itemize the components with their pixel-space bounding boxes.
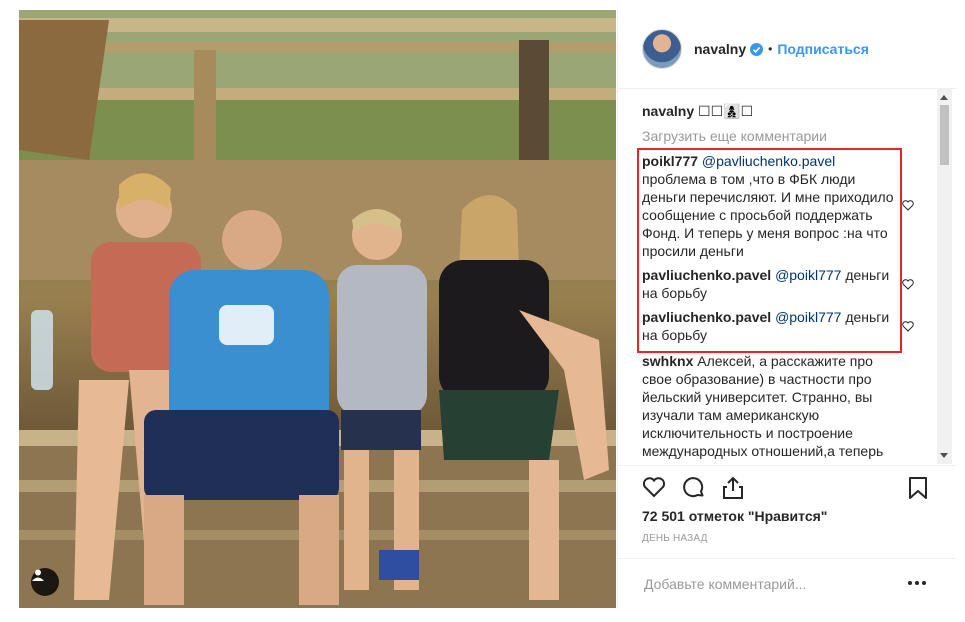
caption: navalny ☐☐👩‍👦‍👦☐ <box>642 103 753 120</box>
separator-dot: • <box>768 42 773 56</box>
comment-input[interactable] <box>642 573 876 595</box>
photo-scene <box>19 10 616 608</box>
likes-count[interactable]: 72 501 отметок "Нравится" <box>642 508 827 524</box>
bookmark-icon[interactable] <box>908 476 928 500</box>
post-photo[interactable] <box>19 10 616 608</box>
user-tag-icon <box>32 569 44 581</box>
comment-like-heart-icon[interactable] <box>902 279 914 290</box>
comment-username[interactable]: swhknx <box>642 353 693 369</box>
comment-icon[interactable] <box>682 476 706 500</box>
author-username[interactable]: navalny <box>694 41 746 57</box>
caption-text: ☐☐👩‍👦‍👦☐ <box>698 103 754 119</box>
scrollbar-thumb[interactable] <box>940 105 949 165</box>
add-comment-bar <box>618 558 956 609</box>
post-timestamp[interactable]: ДЕНЬ НАЗАД <box>642 533 708 544</box>
action-bar <box>618 465 956 506</box>
follow-button[interactable]: Подписаться <box>777 41 869 57</box>
comments-list: navalny ☐☐👩‍👦‍👦☐ Загрузить еще комментар… <box>618 89 956 464</box>
post-header: navalny • Подписаться <box>618 10 956 89</box>
user-tag-button[interactable] <box>31 568 59 596</box>
more-options-icon[interactable] <box>908 581 926 585</box>
post-sidebar: navalny • Подписаться navalny ☐☐👩‍👦‍👦☐ З… <box>617 10 956 608</box>
scroll-up-icon[interactable] <box>940 95 948 100</box>
comment-like-heart-icon[interactable] <box>902 321 914 332</box>
load-more-comments-button[interactable]: Загрузить еще комментарии <box>642 128 827 144</box>
scroll-down-icon[interactable] <box>940 453 948 458</box>
avatar[interactable] <box>642 29 682 69</box>
share-icon[interactable] <box>722 476 744 500</box>
verified-badge-icon <box>750 42 764 56</box>
caption-username[interactable]: navalny <box>642 103 694 119</box>
heart-icon[interactable] <box>642 476 666 498</box>
comment-like-heart-icon[interactable] <box>902 200 914 211</box>
comments-scrollbar[interactable] <box>937 89 952 464</box>
comment-item: swhknx Алексей, а расскажите про свое об… <box>642 352 900 460</box>
highlight-box <box>637 148 902 353</box>
